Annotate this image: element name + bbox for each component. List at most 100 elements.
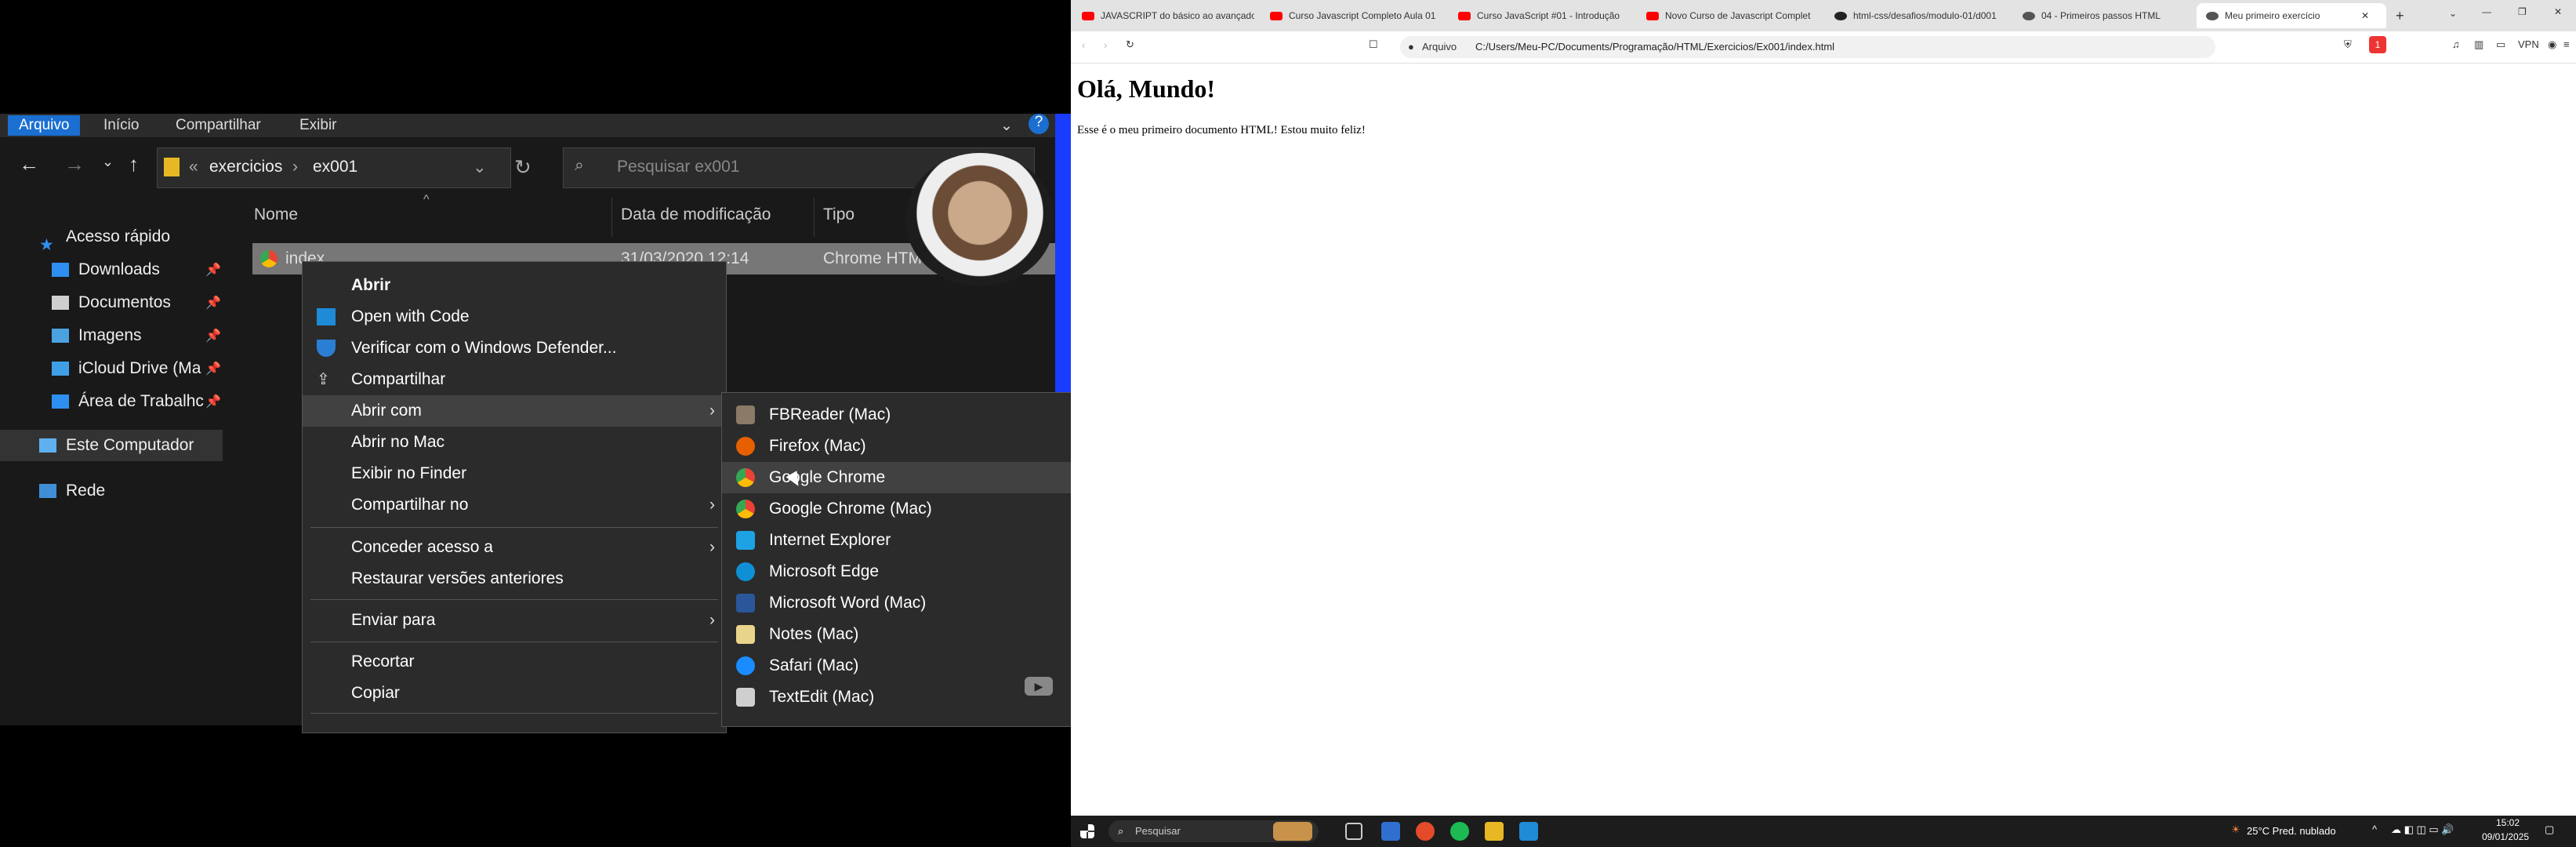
menu-item-enviar-para[interactable]: Enviar para › [303,605,726,636]
refresh-icon[interactable]: ↻ [514,155,532,180]
column-separator[interactable] [814,198,815,237]
clock-time[interactable]: 15:02 [2496,817,2520,828]
menu-item-windows-defender[interactable]: Verificar com o Windows Defender... [303,333,726,364]
vscode-icon[interactable] [1519,822,1538,841]
column-nome[interactable]: Nome [254,205,298,224]
column-data-modificacao[interactable]: Data de modificação [621,205,771,224]
recent-chevron-icon[interactable]: ⌄ [102,154,114,170]
menu-item-recortar[interactable]: Recortar [303,646,726,678]
submenu-item-safari[interactable]: Safari (Mac) [722,650,1071,682]
profile-icon[interactable]: ◉ [2548,38,2556,51]
tab-6[interactable]: 04 - Primeiros passos HTML [2023,6,2195,25]
sidebar-item-area-de-trabalho[interactable]: Área de Trabalhc [52,386,204,417]
submenu-item-google-chrome-mac[interactable]: Google Chrome (Mac) [722,493,1071,525]
maximize-icon[interactable]: ❐ [2518,6,2527,17]
task-view-icon[interactable] [1345,823,1362,840]
tab-3[interactable]: Curso JavaScript #01 - Introdução [1458,6,1631,25]
calculator-icon[interactable] [1381,822,1400,841]
tab-1[interactable]: JAVASCRIPT do básico ao avançado [1082,6,1254,25]
vpn-label[interactable]: VPN [2518,38,2539,50]
bookmark-icon[interactable]: ☐ [1369,38,1378,51]
internet-explorer-icon [736,531,755,550]
tab-list-icon[interactable]: ⌄ [2449,8,2457,19]
tab-7-active[interactable]: Meu primeiro exercício ✕ [2197,3,2386,28]
sidebar-item-documentos[interactable]: Documentos [52,287,171,318]
close-tab-icon[interactable]: ✕ [2361,3,2369,28]
menu-item-abrir-com[interactable]: Abrir com › [303,395,726,427]
back-icon[interactable]: ← [19,152,39,176]
url-bar[interactable]: ● Arquivo C:/Users/Meu-PC/Documents/Prog… [1400,36,2215,58]
new-tab-icon[interactable]: + [2396,8,2404,24]
weather-text[interactable]: 25°C Pred. nublado [2247,825,2336,837]
menu-icon[interactable]: ≡ [2563,38,2570,50]
menu-item-compartilhar-no[interactable]: Compartilhar no › [303,489,726,521]
sidebar-item-acesso-rapido[interactable]: ★ Acesso rápido [39,221,170,254]
spotify-icon[interactable] [1450,822,1469,841]
folder-icon [164,158,180,176]
start-icon[interactable] [1080,824,1094,838]
breadcrumb-ex001[interactable]: ex001 [313,158,357,176]
globe-icon [2206,12,2219,21]
help-icon[interactable]: ? [1029,114,1049,134]
ribbon-tab-inicio[interactable]: Início [103,117,139,134]
back-icon[interactable]: ‹ [1082,39,1085,51]
chevron-right-icon: › [709,538,715,556]
notification-icon[interactable]: ▢ [2545,823,2554,836]
sidebar-item-downloads[interactable]: Downloads [52,254,160,285]
tab-4[interactable]: Novo Curso de Javascript Complet [1646,6,1819,25]
submenu-item-fbreader[interactable]: FBReader (Mac) [722,399,1071,431]
youtube-icon [1458,12,1471,21]
taskbar-search-label: Pesquisar [1135,825,1181,837]
sidebar-item-icloud[interactable]: iCloud Drive (Ma [52,353,201,384]
brave-shield-icon[interactable]: ⛨ [2344,38,2352,51]
submenu-item-internet-explorer[interactable]: Internet Explorer [722,525,1071,556]
file-explorer-icon[interactable] [1485,822,1504,841]
sidebar-item-rede[interactable]: Rede [39,475,105,507]
sidebar-item-este-computador[interactable]: Este Computador [0,430,223,461]
sidebar-icon[interactable]: ▥ [2474,38,2483,51]
menu-item-compartilhar[interactable]: ⇪ Compartilhar [303,364,726,395]
forward-icon[interactable]: › [1104,39,1107,51]
tray-icons[interactable]: ☁ ◧ ◫ ▭ 🔊 [2391,823,2454,836]
column-separator[interactable] [611,198,612,237]
tab-5[interactable]: html-css/desafios/modulo-01/d001 [1834,6,2007,25]
tab-2[interactable]: Curso Javascript Completo Aula 01 [1270,6,1442,25]
taskbar-search[interactable]: ⌕ Pesquisar [1108,820,1319,842]
address-bar[interactable]: « exercicios › ex001 ⌄ [157,147,511,188]
file-type: Chrome HTM [823,249,923,267]
submenu-item-microsoft-word[interactable]: Microsoft Word (Mac) [722,587,1071,619]
column-tipo[interactable]: Tipo [823,205,854,224]
menu-item-copiar[interactable]: Copiar [303,678,726,709]
submenu-item-firefox[interactable]: Firefox (Mac) [722,431,1071,462]
breadcrumb-overflow-icon[interactable]: « [189,158,198,176]
menu-item-abrir-no-mac[interactable]: Abrir no Mac [303,427,726,458]
media-icon[interactable]: ♫ [2452,38,2460,50]
menu-item-restaurar-versoes[interactable]: Restaurar versões anteriores [303,563,726,594]
clock-date[interactable]: 09/01/2025 [2482,831,2529,842]
menu-item-exibir-no-finder[interactable]: Exibir no Finder [303,458,726,489]
ribbon-tab-compartilhar[interactable]: Compartilhar [176,117,261,134]
address-dropdown-icon[interactable]: ⌄ [473,158,487,177]
sidebar-item-imagens[interactable]: Imagens [52,320,142,351]
submenu-item-textedit[interactable]: TextEdit (Mac) [722,682,1071,713]
ribbon-collapse-icon[interactable]: ⌄ [1000,117,1013,135]
reload-icon[interactable]: ↻ [1126,38,1134,51]
menu-item-abrir[interactable]: Abrir [303,270,726,301]
wallet-icon[interactable]: ▭ [2496,38,2505,51]
minimize-icon[interactable]: — [2482,6,2491,17]
forward-icon[interactable]: → [64,152,85,176]
up-icon[interactable]: ↑ [129,152,139,176]
tray-chevron-icon[interactable]: ^ [2372,823,2377,835]
rewards-badge[interactable]: 1 [2369,36,2386,53]
brave-icon[interactable] [1416,822,1435,841]
submenu-item-google-chrome[interactable]: Google Chrome [722,462,1071,493]
close-window-icon[interactable]: ✕ [2554,6,2562,17]
submenu-item-microsoft-edge[interactable]: Microsoft Edge [722,556,1071,587]
menu-item-open-with-code[interactable]: Open with Code [303,301,726,333]
menu-item-conceder-acesso[interactable]: Conceder acesso a › [303,532,726,563]
submenu-item-notes[interactable]: Notes (Mac) [722,619,1071,650]
chevron-right-icon: › [709,496,715,514]
breadcrumb-exercicios[interactable]: exercicios [209,158,282,176]
ribbon-tab-arquivo[interactable]: Arquivo [8,115,81,136]
ribbon-tab-exibir[interactable]: Exibir [299,117,337,134]
